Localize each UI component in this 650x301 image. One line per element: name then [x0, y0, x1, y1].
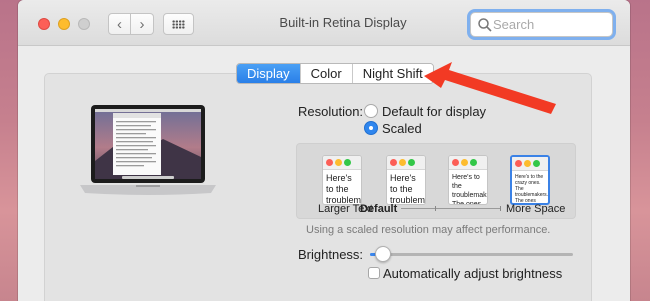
search-icon	[478, 18, 492, 32]
default-label: Default	[360, 203, 398, 215]
search-input[interactable]	[493, 15, 608, 34]
resolution-default-label[interactable]: Default for display	[382, 104, 486, 119]
chevron-left-icon: ‹	[117, 15, 122, 33]
title-bar: ‹ › Built-in Retina Display	[18, 0, 630, 46]
brightness-slider[interactable]	[370, 253, 573, 256]
preview-text: Here's to the crazy ones. The troublemak…	[515, 174, 549, 204]
close-window-button[interactable]	[38, 18, 50, 30]
resolution-scaled-label[interactable]: Scaled	[382, 121, 422, 136]
scale-option-default[interactable]: Here's to the troublem	[386, 155, 426, 205]
forward-button[interactable]: ›	[131, 13, 154, 35]
show-all-button[interactable]	[163, 13, 194, 35]
tab-bar: Display Color Night Shift	[236, 63, 434, 84]
scale-option-larger-text[interactable]: Here's to the troublem	[322, 155, 362, 205]
auto-brightness-checkbox[interactable]	[368, 267, 380, 279]
back-button[interactable]: ‹	[108, 13, 131, 35]
preview-text: Here's to the troublem	[326, 173, 362, 205]
scale-option-more-room[interactable]: Here's to the troublemakers. The ones wh…	[448, 155, 488, 205]
window-title: Built-in Retina Display	[279, 15, 407, 30]
scale-line	[401, 206, 501, 211]
tab-night-shift[interactable]: Night Shift	[351, 64, 433, 83]
preview-text: Here's to the troublemakers. The ones wh…	[452, 174, 487, 205]
tab-display[interactable]: Display	[237, 64, 300, 83]
preview-text: Here's to the troublem	[390, 173, 426, 205]
resolution-label: Resolution:	[298, 104, 364, 119]
macbook-display-image	[80, 105, 216, 195]
grid-icon	[172, 19, 185, 29]
scale-option-more-space[interactable]: Here's to the crazy ones. The troublemak…	[510, 155, 550, 205]
brightness-label: Brightness:	[298, 247, 364, 262]
auto-brightness-label[interactable]: Automatically adjust brightness	[383, 266, 562, 281]
zoom-window-button[interactable]	[78, 18, 90, 30]
brightness-slider-knob[interactable]	[375, 246, 391, 262]
tab-color[interactable]: Color	[299, 64, 352, 83]
chevron-right-icon: ›	[139, 15, 145, 33]
search-field[interactable]	[470, 12, 613, 37]
performance-note: Using a scaled resolution may affect per…	[306, 224, 551, 236]
resolution-scaled-radio[interactable]	[364, 121, 378, 135]
minimize-window-button[interactable]	[58, 18, 70, 30]
more-space-label: More Space	[506, 203, 566, 215]
resolution-default-radio[interactable]	[364, 104, 378, 118]
